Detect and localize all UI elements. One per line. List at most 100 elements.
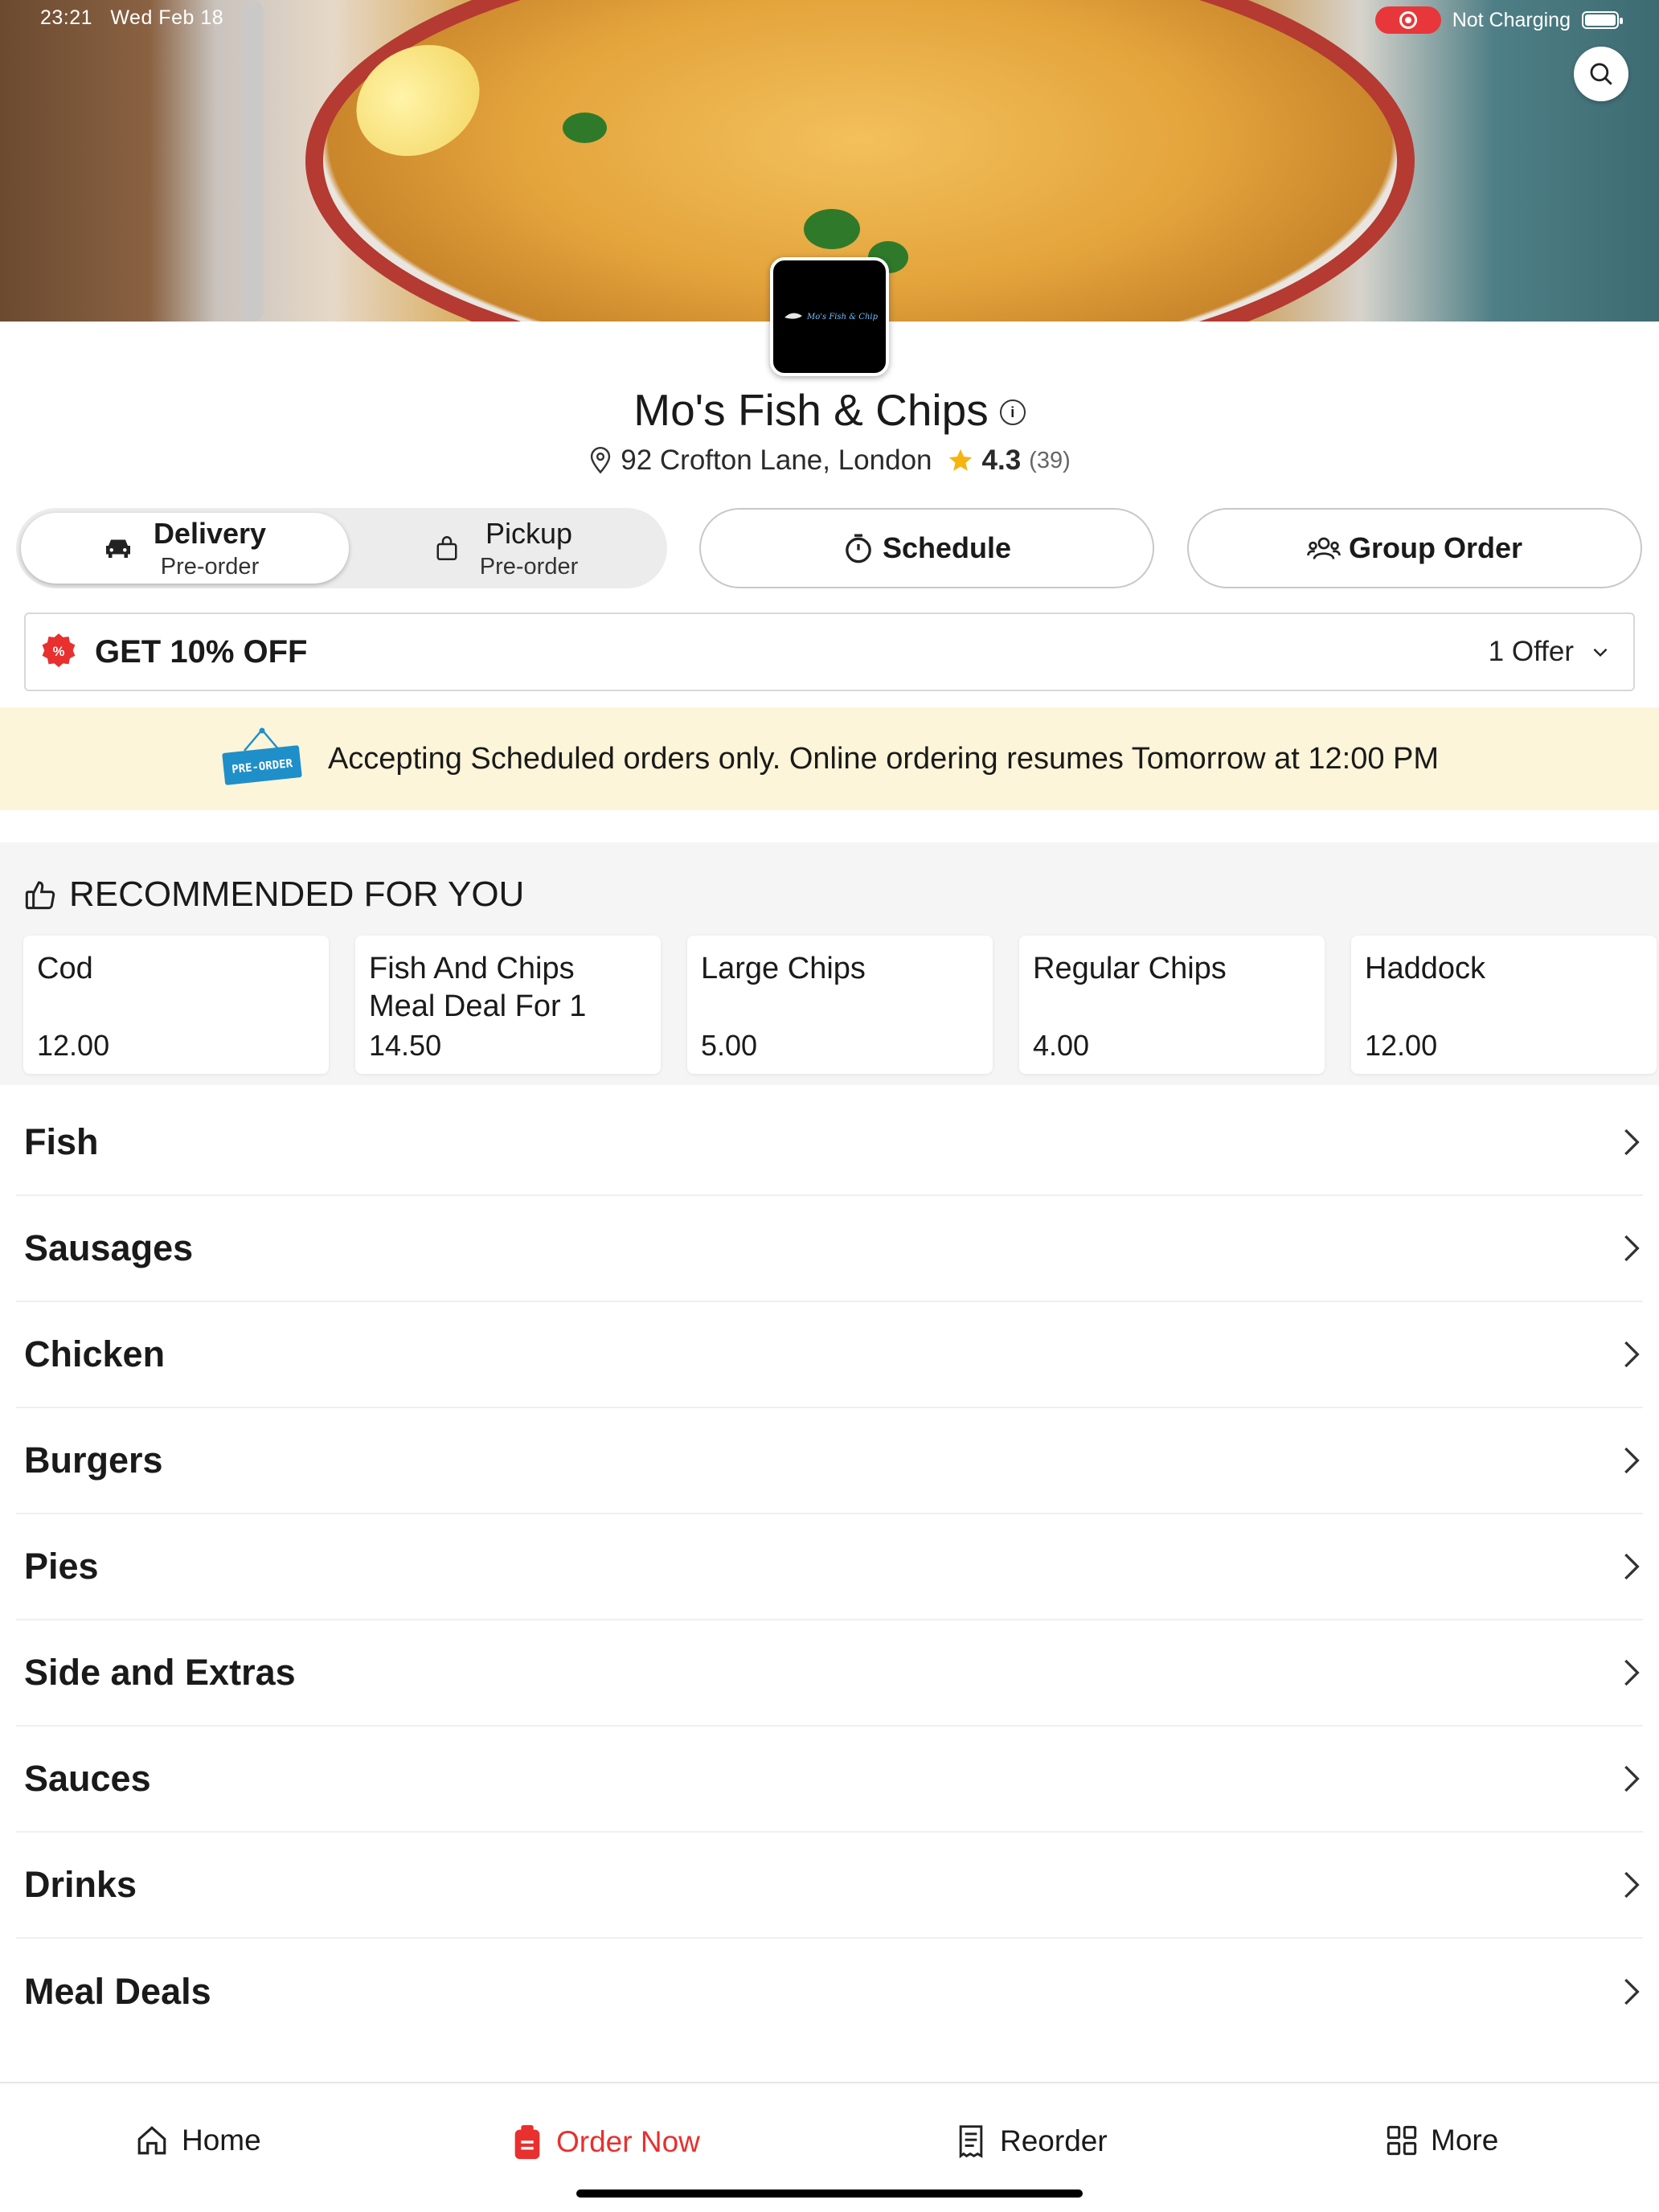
car-icon	[105, 539, 130, 558]
recommended-item-name: Haddock	[1365, 952, 1485, 985]
schedule-label: Schedule	[882, 531, 1012, 564]
battery-icon	[1582, 11, 1623, 29]
recommended-item-name: Regular Chips	[1033, 952, 1227, 985]
recommended-item[interactable]: Cod 12.00	[23, 936, 329, 1074]
recommended-header: RECOMMENDED FOR YOU	[24, 875, 524, 915]
category-label: Pies	[24, 1546, 99, 1587]
recommended-item[interactable]: Fish And Chips Meal Deal For 1 14.50	[355, 936, 661, 1074]
chevron-down-icon	[1593, 648, 1608, 657]
recommended-item-name: Cod	[37, 952, 93, 985]
home-indicator	[576, 2189, 1083, 2198]
category-row-fish[interactable]: Fish	[16, 1090, 1643, 1196]
recommended-item[interactable]: Haddock 12.00	[1351, 936, 1657, 1074]
category-row-sausages[interactable]: Sausages	[16, 1196, 1643, 1302]
charging-status: Not Charging	[1452, 8, 1571, 31]
chevron-right-icon	[1624, 1553, 1640, 1580]
receipt-icon	[959, 2125, 983, 2159]
search-icon	[1590, 63, 1612, 85]
category-row-chicken[interactable]: Chicken	[16, 1302, 1643, 1408]
pickup-option[interactable]: Pickup Pre-order	[342, 513, 670, 584]
delivery-option[interactable]: Delivery Pre-order	[21, 513, 349, 584]
status-bar-time: 23:21 Wed Feb 18	[40, 6, 224, 29]
nav-home[interactable]: Home	[135, 2124, 261, 2157]
nav-order-now[interactable]: Order Now	[511, 2124, 700, 2161]
recommended-item[interactable]: Regular Chips 4.00	[1019, 936, 1325, 1074]
category-row-meal-deals[interactable]: Meal Deals	[16, 1939, 1643, 2045]
chevron-right-icon	[1624, 1659, 1640, 1686]
category-label: Burgers	[24, 1440, 163, 1481]
pickup-label: Pickup	[485, 516, 573, 550]
restaurant-name: Mo's Fish & Chips	[633, 385, 989, 435]
discount-badge-icon: %	[42, 633, 76, 668]
category-label: Chicken	[24, 1333, 166, 1374]
fork-graphic	[241, 0, 264, 322]
category-row-side-and-extras[interactable]: Side and Extras	[16, 1620, 1643, 1727]
chevron-right-icon	[1624, 1765, 1640, 1792]
nav-more[interactable]: More	[1386, 2124, 1498, 2157]
delivery-label: Delivery	[153, 516, 267, 550]
home-icon	[137, 2126, 166, 2155]
order-mode-toggle: Delivery Pre-order Pickup Pre-order	[16, 508, 667, 588]
order-bag-icon	[514, 2124, 540, 2160]
preorder-sign-icon: PRE-ORDER	[222, 727, 302, 785]
restaurant-logo: Mo's Fish & Chips	[770, 257, 889, 376]
category-label: Side and Extras	[24, 1652, 296, 1693]
delivery-sublabel: Pre-order	[160, 553, 260, 580]
thumbs-up-icon	[25, 881, 55, 910]
chevron-right-icon	[1624, 1341, 1640, 1368]
nav-more-label: More	[1431, 2124, 1499, 2157]
category-label: Drinks	[24, 1864, 137, 1905]
preorder-banner: PRE-ORDER Accepting Scheduled orders onl…	[0, 707, 1659, 810]
category-label: Fish	[24, 1121, 99, 1162]
category-row-burgers[interactable]: Burgers	[16, 1408, 1643, 1514]
nav-home-label: Home	[182, 2124, 261, 2157]
location-pin-icon	[591, 447, 611, 474]
svg-text:%: %	[53, 644, 65, 659]
offer-row[interactable]: % GET 10% OFF 1 Offer	[24, 612, 1635, 691]
star-icon	[948, 449, 972, 471]
info-icon[interactable]: i	[999, 399, 1026, 425]
category-row-pies[interactable]: Pies	[16, 1514, 1643, 1620]
chevron-right-icon	[1624, 1978, 1640, 2005]
recommended-item-price: 4.00	[1033, 1029, 1090, 1062]
recommended-title: RECOMMENDED FOR YOU	[69, 875, 525, 914]
restaurant-address: 92 Crofton Lane, London	[621, 444, 932, 476]
category-label: Sauces	[24, 1758, 151, 1799]
status-bar-right: Not Charging	[1374, 6, 1623, 34]
search-button[interactable]	[1574, 47, 1628, 101]
screen-recording-icon	[1374, 6, 1441, 34]
category-label: Meal Deals	[24, 1971, 211, 2012]
recommended-item-price: 12.00	[1365, 1029, 1438, 1062]
offer-title: GET 10% OFF	[95, 633, 308, 670]
recommended-item-price: 14.50	[369, 1029, 442, 1062]
shopping-bag-icon	[436, 536, 457, 560]
offer-count[interactable]: 1 Offer	[1489, 636, 1611, 668]
chevron-right-icon	[1624, 1235, 1640, 1262]
recommended-section: RECOMMENDED FOR YOU Cod 12.00 Fish And C…	[0, 842, 1659, 1085]
restaurant-address-row: 92 Crofton Lane, London 4.3 (39)	[0, 444, 1659, 477]
group-order-label: Group Order	[1348, 531, 1523, 564]
offer-count-label: 1 Offer	[1488, 636, 1574, 667]
rating-count: (39)	[1029, 447, 1071, 473]
recommended-item-name: Large Chips	[701, 952, 866, 985]
group-order-button[interactable]: Group Order	[1187, 508, 1642, 588]
chevron-right-icon	[1624, 1447, 1640, 1474]
preorder-banner-text: Accepting Scheduled orders only. Online …	[327, 741, 1440, 776]
category-row-sauces[interactable]: Sauces	[16, 1727, 1643, 1833]
recommended-item-price: 5.00	[701, 1029, 758, 1062]
nav-reorder[interactable]: Reorder	[955, 2124, 1108, 2159]
logo-image: Mo's Fish & Chips	[784, 313, 878, 322]
recommended-item[interactable]: Large Chips 5.00	[687, 936, 993, 1074]
restaurant-title-row: Mo's Fish & Chips i	[0, 384, 1659, 436]
svg-text:Mo's Fish & Chips: Mo's Fish & Chips	[806, 313, 878, 322]
schedule-button[interactable]: Schedule	[699, 508, 1154, 588]
nav-reorder-label: Reorder	[1000, 2124, 1108, 2157]
chevron-right-icon	[1624, 1871, 1640, 1899]
parsley-graphic	[804, 209, 860, 249]
group-icon	[1307, 537, 1341, 559]
parsley-graphic	[563, 113, 607, 143]
chevron-right-icon	[1624, 1129, 1640, 1156]
category-row-drinks[interactable]: Drinks	[16, 1833, 1643, 1939]
timer-icon	[846, 534, 871, 563]
nav-order-now-label: Order Now	[556, 2125, 700, 2158]
